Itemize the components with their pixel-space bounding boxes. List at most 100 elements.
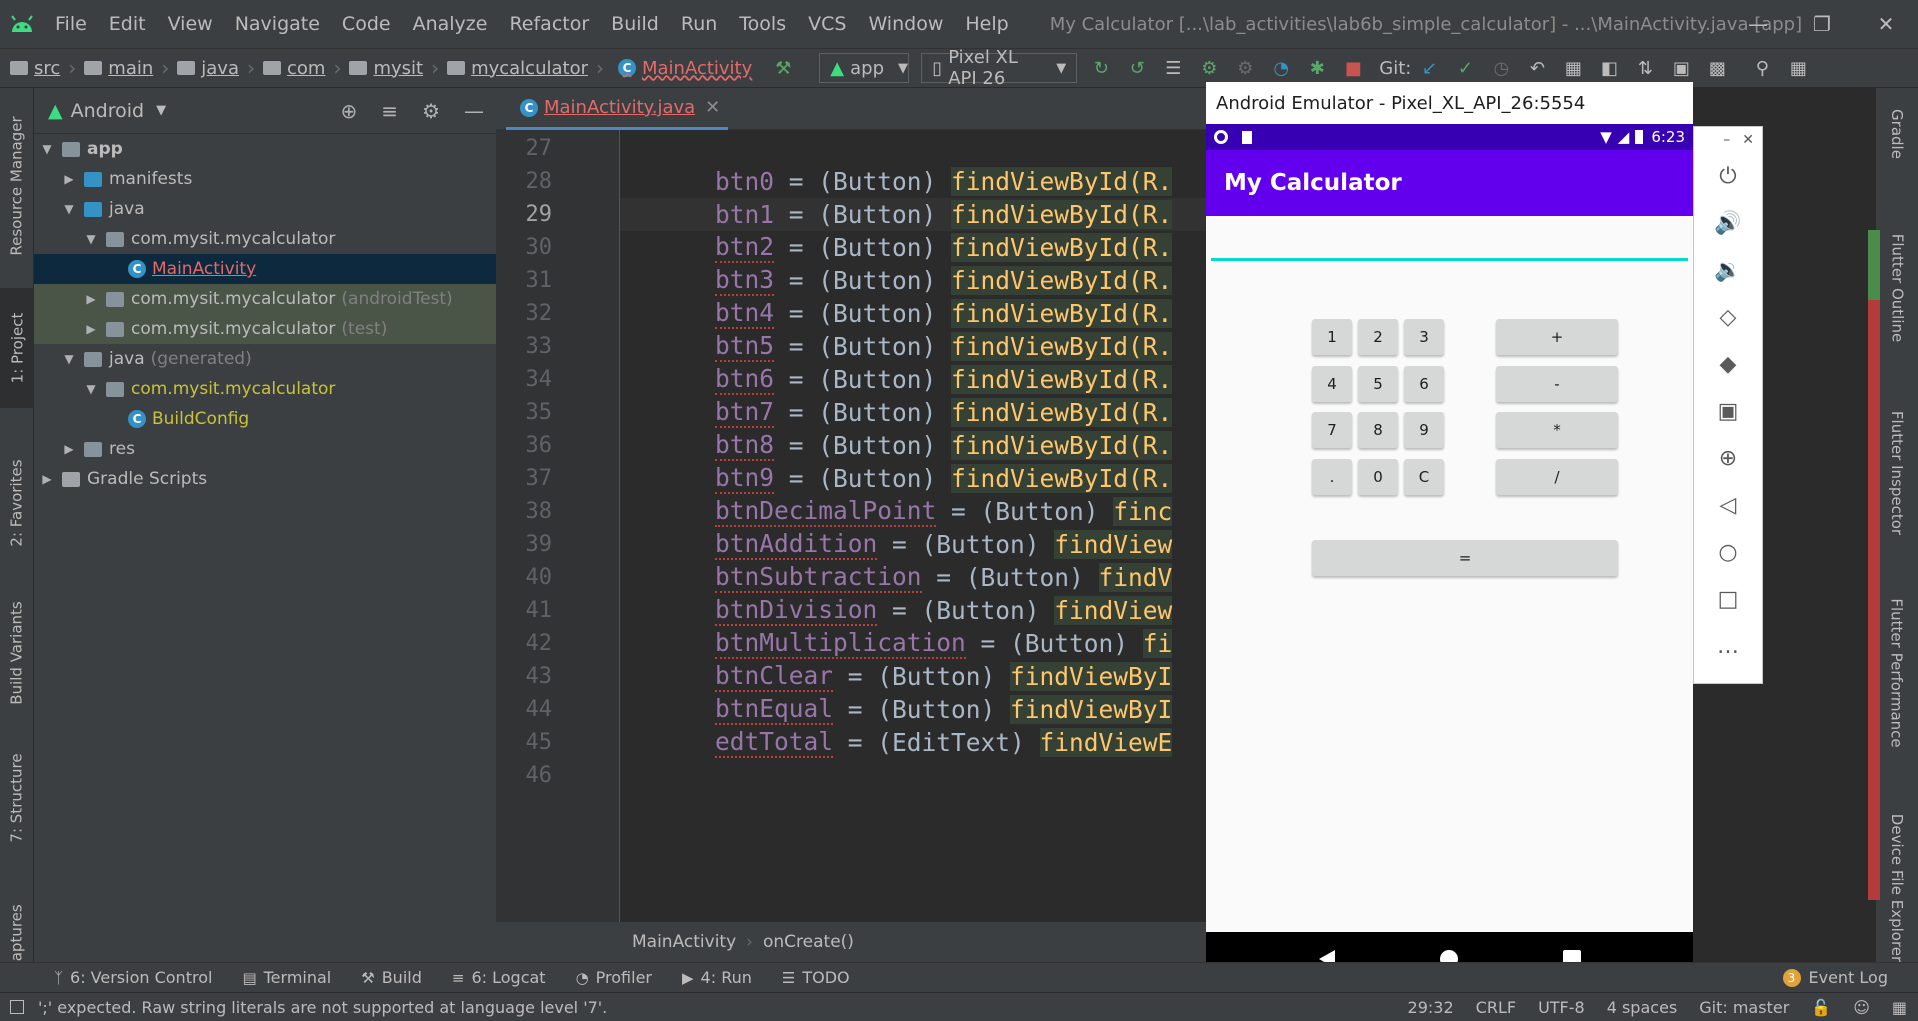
chevron-right-icon[interactable]: ▶ — [82, 322, 100, 336]
overview-icon[interactable]: □ — [1694, 576, 1762, 623]
code-line[interactable]: btn4 = (Button) findViewById(R. — [620, 297, 1206, 330]
apply-code-changes-icon[interactable]: ↺ — [1124, 55, 1150, 81]
code-line[interactable]: btnClear = (Button) findViewByI — [620, 660, 1206, 693]
git-commit-icon[interactable]: ✓ — [1452, 55, 1478, 81]
calc-button-minus[interactable]: - — [1496, 365, 1618, 402]
more-icon[interactable]: … — [1694, 623, 1762, 670]
close-icon[interactable]: ✕ — [1742, 132, 1754, 148]
minimize-icon[interactable]: – — [1723, 132, 1730, 148]
tab-favorites[interactable]: 2: Favorites — [0, 438, 34, 568]
menu-build[interactable]: Build — [600, 13, 670, 35]
code-line[interactable]: btn7 = (Button) findViewById(R. — [620, 396, 1206, 429]
calc-button-8[interactable]: 8 — [1358, 412, 1398, 448]
apply-changes-icon[interactable]: ↻ — [1088, 55, 1114, 81]
code-line[interactable]: btn8 = (Button) findViewById(R. — [620, 429, 1206, 462]
close-icon[interactable]: ✕ — [1854, 0, 1918, 48]
calc-button-7[interactable]: 7 — [1312, 412, 1352, 448]
calc-button-equals[interactable]: = — [1312, 540, 1618, 576]
code-line[interactable]: btn0 = (Button) findViewById(R. — [620, 165, 1206, 198]
tab-build[interactable]: ⚒ Build — [361, 968, 422, 987]
chevron-down-icon[interactable]: ▼ — [60, 202, 78, 216]
run-config-selector[interactable]: ▲ app ▼ — [819, 53, 910, 83]
layout-inspector-icon[interactable]: ▩ — [1704, 55, 1730, 81]
lock-icon[interactable]: 🔓 — [1811, 998, 1831, 1017]
calc-button-3[interactable]: 3 — [1404, 319, 1444, 355]
home-icon[interactable]: ○ — [1694, 529, 1762, 576]
minimize-icon[interactable]: — — [1726, 0, 1790, 48]
tab-logcat[interactable]: ≡ 6: Logcat — [452, 968, 546, 987]
total-edittext[interactable] — [1211, 258, 1688, 261]
calc-button-plus[interactable]: + — [1496, 319, 1618, 355]
volume-down-icon[interactable]: 🔉 — [1694, 247, 1762, 294]
tab-flutter-performance[interactable]: Flutter Performance — [1876, 578, 1918, 768]
menu-help[interactable]: Help — [954, 13, 1019, 35]
chevron-right-icon[interactable]: ▶ — [60, 172, 78, 186]
git-history-icon[interactable]: ◷ — [1488, 55, 1514, 81]
sync-gradle-icon[interactable]: ▣ — [1668, 55, 1694, 81]
tab-resource-manager[interactable]: Resource Manager — [0, 96, 34, 276]
menu-view[interactable]: View — [157, 13, 224, 35]
toggle-tool-windows-icon[interactable] — [10, 1000, 24, 1014]
tree-item[interactable]: ▶ manifests — [34, 164, 496, 194]
menu-analyze[interactable]: Analyze — [402, 13, 499, 35]
calc-button-divide[interactable]: / — [1496, 458, 1618, 495]
rotate-left-icon[interactable]: ◇ — [1694, 294, 1762, 341]
zoom-icon[interactable]: ⊕ — [1694, 435, 1762, 482]
breadcrumb-mysit[interactable]: mysit › — [345, 56, 443, 80]
memory-icon[interactable]: ▦ — [1892, 998, 1907, 1017]
tab-device-file-explorer[interactable]: Device File Explorer — [1876, 788, 1918, 988]
run-list-icon[interactable]: ☰ — [1160, 55, 1186, 81]
project-view-selector[interactable]: Android — [71, 100, 144, 122]
menu-refactor[interactable]: Refactor — [498, 13, 600, 35]
breadcrumb-java[interactable]: java › — [173, 56, 259, 80]
git-rollback-icon[interactable]: ↶ — [1524, 55, 1550, 81]
debug-attach-icon[interactable]: ✱ — [1304, 55, 1330, 81]
chevron-down-icon[interactable]: ▼ — [82, 232, 100, 246]
menu-code[interactable]: Code — [331, 13, 402, 35]
calc-button-4[interactable]: 4 — [1312, 365, 1352, 402]
avd-manager-icon[interactable]: ◧ — [1596, 55, 1622, 81]
code-line[interactable] — [620, 132, 1206, 165]
calc-button-0[interactable]: 0 — [1358, 458, 1398, 495]
collapse-all-icon[interactable]: ≡ — [381, 99, 398, 123]
breadcrumb-class[interactable]: MainActivity — [632, 932, 736, 952]
tree-item[interactable]: ▼ com.mysit.mycalculator — [34, 224, 496, 254]
tree-item[interactable]: C BuildConfig — [34, 404, 496, 434]
calc-button-9[interactable]: 9 — [1404, 412, 1444, 448]
tree-item[interactable]: ▼ com.mysit.mycalculator — [34, 374, 496, 404]
tab-mainactivity-java[interactable]: C MainActivity.java ✕ — [506, 88, 729, 130]
sdk-manager-icon[interactable]: ⇅ — [1632, 55, 1658, 81]
menu-edit[interactable]: Edit — [98, 13, 157, 35]
tab-run[interactable]: ▶ 4: Run — [682, 968, 752, 987]
menu-window[interactable]: Window — [857, 13, 954, 35]
tab-gradle[interactable]: Gradle — [1876, 94, 1918, 174]
event-log-button[interactable]: 3 Event Log — [1782, 968, 1888, 987]
file-encoding[interactable]: UTF-8 — [1538, 998, 1585, 1017]
calc-button-6[interactable]: 6 — [1404, 365, 1444, 402]
indent-setting[interactable]: 4 spaces — [1607, 998, 1678, 1017]
line-separator[interactable]: CRLF — [1476, 998, 1516, 1017]
code-line[interactable] — [620, 759, 1206, 792]
tree-item[interactable]: ▶ com.mysit.mycalculator (test) — [34, 314, 496, 344]
tree-item[interactable]: C MainActivity — [34, 254, 496, 284]
device-selector[interactable]: ▯ Pixel XL API 26 ▼ — [921, 47, 1078, 89]
emulator-screen[interactable]: ▼ ◢ 6:23 My Calculator 1 2 3 4 5 6 7 8 9. 0 C + - * / = — [1206, 124, 1693, 990]
debug-icon[interactable]: ⚙ — [1196, 55, 1222, 81]
calc-button-1[interactable]: 1 — [1312, 319, 1352, 355]
chevron-down-icon[interactable]: ▼ — [60, 352, 78, 366]
code-line[interactable]: btn9 = (Button) findViewById(R. — [620, 462, 1206, 495]
tab-flutter-outline[interactable]: Flutter Outline — [1876, 208, 1918, 368]
tab-build-variants[interactable]: Build Variants — [0, 588, 34, 718]
gear-icon[interactable]: ⚙ — [422, 99, 440, 123]
code-line[interactable]: edtTotal = (EditText) findViewE — [620, 726, 1206, 759]
code-line[interactable]: btnMultiplication = (Button) fi — [620, 627, 1206, 660]
caret-position[interactable]: 29:32 — [1408, 998, 1454, 1017]
breadcrumb-main[interactable]: main › — [80, 56, 173, 80]
back-icon[interactable]: ◁ — [1694, 482, 1762, 529]
tree-item[interactable]: ▼ java — [34, 194, 496, 224]
close-icon[interactable]: ✕ — [705, 97, 720, 118]
code-line[interactable]: btn5 = (Button) findViewById(R. — [620, 330, 1206, 363]
code-line[interactable]: btnSubtraction = (Button) findV — [620, 561, 1206, 594]
tree-item[interactable]: ▶ res — [34, 434, 496, 464]
rotate-right-icon[interactable]: ◆ — [1694, 341, 1762, 388]
